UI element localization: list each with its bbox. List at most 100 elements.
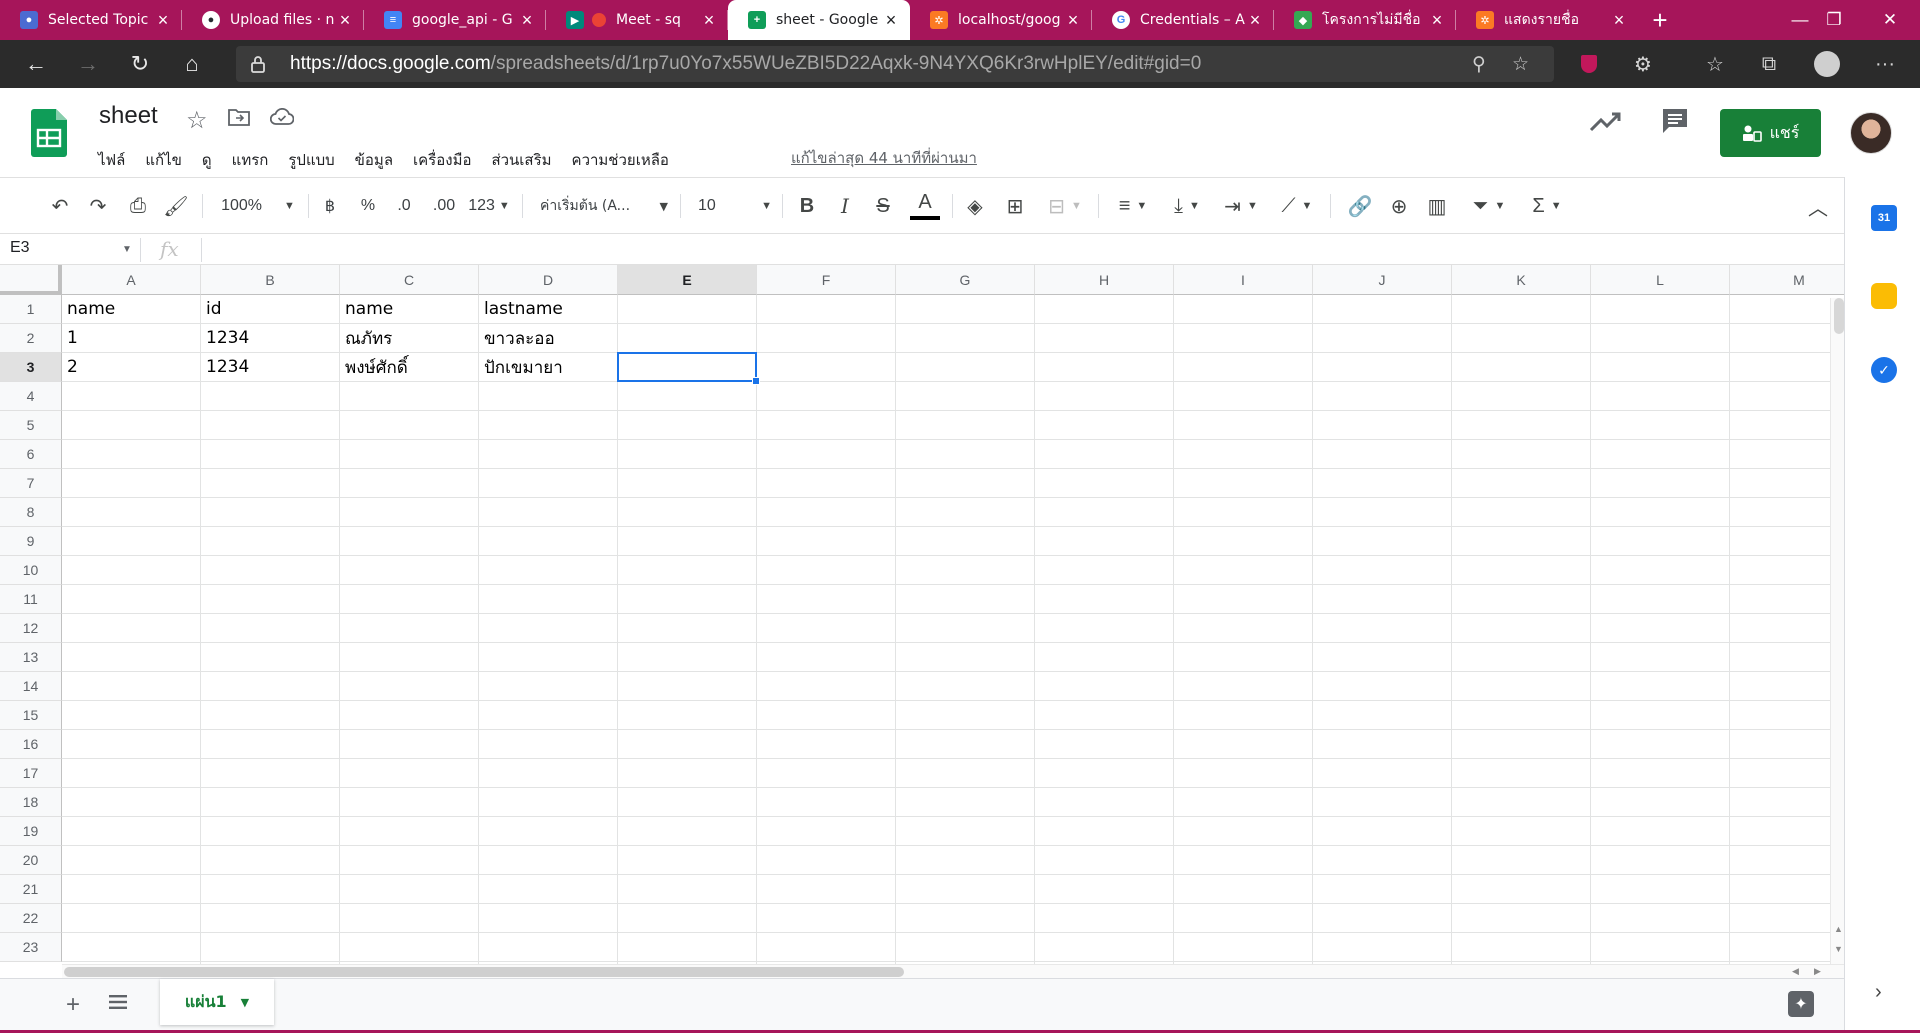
collections-icon[interactable]: ⧉ [1742,40,1796,88]
horizontal-scroll-thumb[interactable] [64,967,904,977]
extension-icon[interactable]: ⚙ [1616,40,1670,88]
column-header-k[interactable]: K [1452,265,1591,295]
row-header[interactable]: 18 [0,788,62,817]
sheet-tab-dropdown-icon[interactable]: ▼ [241,996,249,1009]
decrease-decimal-button[interactable]: .0 [390,192,418,220]
account-avatar[interactable] [1850,112,1892,154]
insert-chart-icon[interactable]: ▥ [1424,192,1450,220]
menu-insert[interactable]: แทรก [222,146,279,174]
add-favorite-icon[interactable]: ☆ [1512,53,1529,76]
back-button[interactable]: ← [10,40,62,88]
cell-d1[interactable]: lastname [479,295,618,323]
sheets-logo-icon[interactable] [31,109,67,157]
undo-icon[interactable]: ↶ [46,192,74,220]
row-header[interactable]: 1 [0,295,62,324]
paint-format-icon[interactable]: 🖌 [162,192,190,220]
favorites-icon[interactable]: ☆ [1688,40,1742,88]
row-header[interactable]: 7 [0,469,62,498]
close-tab-icon[interactable]: × [518,11,536,29]
window-close-icon[interactable]: ✕ [1860,0,1920,40]
menu-view[interactable]: ดู [192,146,222,174]
close-tab-icon[interactable]: × [1610,11,1628,29]
row-header[interactable]: 9 [0,527,62,556]
currency-format-button[interactable]: ฿ [318,192,342,220]
filter-icon[interactable]: ⏷ ▼ [1464,192,1514,220]
close-tab-icon[interactable]: × [1428,11,1446,29]
star-icon[interactable]: ☆ [186,106,208,135]
scroll-down-icon[interactable]: ▼ [1834,944,1843,954]
column-header-d[interactable]: D [479,265,618,295]
cell-b2[interactable]: 1234 [201,324,340,352]
menu-data[interactable]: ข้อมูล [345,146,403,174]
forward-button[interactable]: → [62,40,114,88]
column-header-f[interactable]: F [757,265,896,295]
cell-a1[interactable]: name [62,295,201,323]
horizontal-scrollbar[interactable]: ◀ ▶ [62,964,1844,978]
menu-file[interactable]: ไฟล์ [88,146,135,174]
text-rotation-icon[interactable]: ⟋ ▼ [1272,192,1322,220]
scroll-up-icon[interactable]: ▲ [1834,924,1843,934]
last-edit-link[interactable]: แก้ไขล่าสุด 44 นาทีที่ผ่านมา [791,146,977,170]
move-to-folder-icon[interactable] [228,108,250,126]
browser-tab[interactable]: ✲ localhost/goog × [910,0,1092,40]
borders-icon[interactable]: ⊞ [1002,192,1028,220]
row-header[interactable]: 17 [0,759,62,788]
vertical-align-icon[interactable]: ⤓ ▼ [1164,192,1210,220]
row-header[interactable]: 21 [0,875,62,904]
text-wrapping-icon[interactable]: ⇥ ▼ [1218,192,1264,220]
name-box-dropdown-icon[interactable]: ▼ [122,244,132,255]
column-header-m[interactable]: M [1730,265,1844,295]
row-header[interactable]: 8 [0,498,62,527]
cell-d3[interactable]: ปักเขมายา [479,353,618,381]
row-header[interactable]: 6 [0,440,62,469]
increase-decimal-button[interactable]: .00 [428,192,460,220]
close-tab-icon[interactable]: × [336,11,354,29]
print-icon[interactable]: ⎙ [124,192,152,220]
collapse-toolbar-icon[interactable]: ︿ [1804,192,1832,220]
home-button[interactable]: ⌂ [166,40,218,88]
explore-icon[interactable]: ✦ [1788,991,1814,1017]
vertical-scrollbar[interactable]: ▲ ▼ [1830,298,1844,966]
row-header[interactable]: 10 [0,556,62,585]
address-bar[interactable]: https://docs.google.com/spreadsheets/d/1… [236,46,1554,82]
close-tab-icon[interactable]: × [1064,11,1082,29]
activity-dashboard-icon[interactable] [1588,110,1624,134]
insert-link-icon[interactable]: 🔗 [1346,192,1374,220]
comment-history-icon[interactable] [1660,106,1690,136]
expand-panel-icon[interactable]: › [1875,981,1882,1004]
close-tab-icon[interactable]: × [154,11,172,29]
share-button[interactable]: แชร์ [1720,109,1821,157]
row-header[interactable]: 23 [0,933,62,962]
italic-icon[interactable]: I [832,192,858,220]
sheet-tab[interactable]: แผ่น1 ▼ [160,979,274,1025]
fill-color-icon[interactable]: ◈ [962,192,988,220]
cell-c3[interactable]: พงษ์ศักดิ์ [340,353,479,381]
column-header-i[interactable]: I [1174,265,1313,295]
zoom-icon[interactable]: ⚲ [1472,53,1486,76]
redo-icon[interactable]: ↷ [84,192,112,220]
cell-c2[interactable]: ณภัทร [340,324,479,352]
merge-cells-icon[interactable]: ⊟ ▼ [1042,192,1088,220]
functions-icon[interactable]: Σ ▼ [1524,192,1570,220]
row-header[interactable]: 15 [0,701,62,730]
zoom-select[interactable]: 100% ▼ [218,192,298,220]
column-header-l[interactable]: L [1591,265,1730,295]
calendar-icon[interactable]: 31 [1871,205,1897,231]
browser-tab-active[interactable]: + sheet - Google × [728,0,910,40]
row-header[interactable]: 4 [0,382,62,411]
scroll-right-icon[interactable]: ▶ [1814,966,1821,977]
row-header[interactable]: 12 [0,614,62,643]
cloud-saved-icon[interactable] [270,108,294,126]
menu-edit[interactable]: แก้ไข [135,146,192,174]
percent-format-button[interactable]: % [356,192,380,220]
browser-tab[interactable]: ▶ Meet - sq × [546,0,728,40]
add-sheet-icon[interactable]: + [66,991,80,1019]
column-header-a[interactable]: A [62,265,201,295]
row-header[interactable]: 3 [0,353,62,382]
browser-tab[interactable]: ≡ google_api - G × [364,0,546,40]
menu-addons[interactable]: ส่วนเสริม [481,146,561,174]
cell-d2[interactable]: ขาวละออ [479,324,618,352]
shield-extension-icon[interactable] [1562,40,1616,88]
profile-icon[interactable] [1800,40,1854,88]
column-header-h[interactable]: H [1035,265,1174,295]
